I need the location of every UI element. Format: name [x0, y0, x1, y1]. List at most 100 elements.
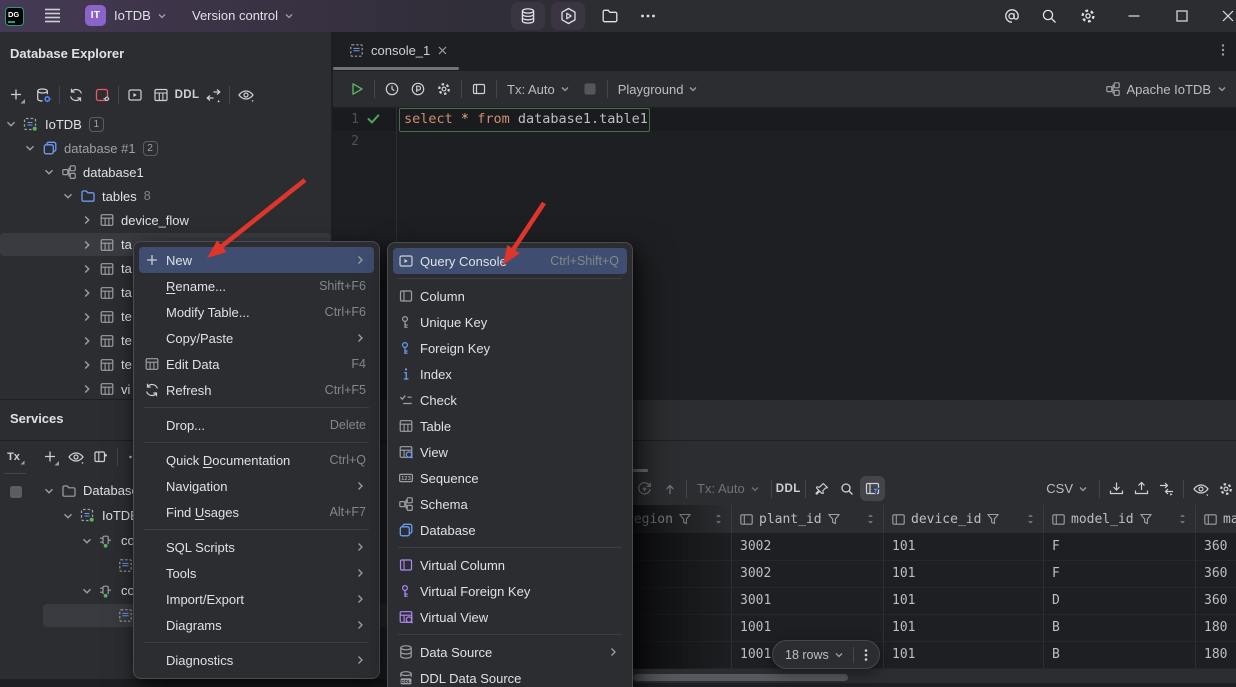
pin-tab-icon[interactable] — [810, 476, 835, 501]
disconnect-button[interactable] — [89, 82, 115, 108]
sort-icon[interactable] — [714, 512, 723, 526]
chevron-right-icon[interactable] — [79, 262, 95, 276]
search-icon[interactable] — [835, 476, 860, 501]
cell-plant_id-row4[interactable]: 1001 — [732, 615, 884, 642]
datasource-properties-button[interactable] — [30, 82, 56, 108]
toolwindow-toggle-services-hexagon-play[interactable] — [551, 2, 585, 30]
menu-item-virtual-view[interactable]: Virtual View — [393, 604, 627, 630]
sort-icon[interactable] — [866, 512, 875, 526]
menu-item-table[interactable]: Table — [393, 413, 627, 439]
menu-item-schema[interactable]: Schema — [393, 491, 627, 517]
menu-item-column[interactable]: Column — [393, 283, 627, 309]
cell-device_id-row4[interactable]: 101 — [884, 615, 1044, 642]
chevron-right-icon[interactable] — [79, 382, 95, 396]
chevron-right-icon[interactable] — [79, 334, 95, 348]
funnel-icon[interactable] — [1139, 512, 1153, 526]
column-header-region[interactable]: region — [628, 505, 732, 533]
in-editor-results-icon[interactable] — [466, 76, 492, 102]
tree-item-device_flow[interactable]: device_flow — [0, 208, 331, 232]
column-header-ma[interactable]: ma — [1196, 505, 1236, 533]
tree-item-tables[interactable]: tables8 — [0, 184, 331, 208]
cell-model_id-row2[interactable]: F — [1044, 561, 1196, 588]
cell-model_id-row4[interactable]: B — [1044, 615, 1196, 642]
cell-model_id-row1[interactable]: F — [1044, 534, 1196, 561]
eye-button[interactable] — [63, 445, 88, 470]
pager-more-kebab-icon[interactable] — [859, 647, 873, 663]
ai-assistant-button[interactable] — [994, 0, 1030, 32]
project-selector[interactable]: IT IoTDB — [85, 5, 168, 26]
reload-page-icon[interactable] — [632, 476, 657, 501]
horizontal-scrollbar[interactable] — [628, 673, 1236, 683]
compare-icon[interactable] — [1154, 476, 1179, 501]
vcs-widget[interactable]: Version control — [192, 8, 295, 23]
menu-item-sql-scripts[interactable]: SQL Scripts — [139, 534, 374, 560]
funnel-icon[interactable] — [986, 512, 1000, 526]
menu-item-view[interactable]: View — [393, 439, 627, 465]
export-format-combo[interactable]: CSV — [1040, 481, 1095, 496]
jump-console-button[interactable] — [122, 82, 148, 108]
menu-item-database[interactable]: Database — [393, 517, 627, 543]
minimize-button[interactable] — [1116, 0, 1152, 32]
result-grid[interactable]: regionplant_iddevice_idmodel_idma 300230… — [628, 505, 1236, 669]
cell-ma-row2[interactable]: 360 — [1196, 561, 1236, 588]
column-filter-icon[interactable] — [860, 476, 885, 501]
menu-item-index[interactable]: Index — [393, 361, 627, 387]
cell-device_id-row1[interactable]: 101 — [884, 534, 1044, 561]
menu-item-modify-table[interactable]: Modify Table...Ctrl+F6 — [139, 299, 374, 325]
menu-item-navigation[interactable]: Navigation — [139, 473, 374, 499]
history-clock-icon[interactable] — [379, 76, 405, 102]
execution-plan-icon[interactable] — [405, 76, 431, 102]
cell-ma-row1[interactable]: 360 — [1196, 534, 1236, 561]
menu-item-tools[interactable]: Tools — [139, 560, 374, 586]
cell-region-row4[interactable] — [628, 615, 732, 642]
toolwindow-toggle-folder-project[interactable] — [593, 2, 627, 30]
chevron-down-icon[interactable] — [60, 509, 76, 523]
open-table-button[interactable] — [148, 82, 174, 108]
cell-model_id-row3[interactable]: D — [1044, 588, 1196, 615]
menu-item-sequence[interactable]: 123Sequence — [393, 465, 627, 491]
cell-device_id-row3[interactable]: 101 — [884, 588, 1044, 615]
eye-button[interactable] — [233, 82, 259, 108]
plus-dropdown-button[interactable] — [4, 82, 30, 108]
cell-model_id-row5[interactable]: B — [1044, 642, 1196, 669]
menu-item-new[interactable]: New — [139, 247, 374, 273]
settings-gear-icon[interactable] — [431, 76, 457, 102]
chevron-right-icon[interactable] — [79, 310, 95, 324]
main-menu-icon[interactable] — [44, 8, 61, 23]
menu-item-diagnostics[interactable]: Diagnostics — [139, 647, 374, 673]
cell-ma-row4[interactable]: 180 — [1196, 615, 1236, 642]
import-icon[interactable] — [1104, 476, 1129, 501]
cell-region-row5[interactable] — [628, 642, 732, 669]
refresh-button[interactable] — [63, 82, 89, 108]
cell-region-row1[interactable] — [628, 534, 732, 561]
chevron-right-icon[interactable] — [79, 238, 95, 252]
cell-ma-row5[interactable]: 180 — [1196, 642, 1236, 669]
row-pager[interactable]: 18 rows — [772, 640, 880, 669]
export-icon[interactable] — [1129, 476, 1154, 501]
tree-item-IoTDB[interactable]: IoTDB1 — [0, 112, 331, 136]
cell-region-row3[interactable] — [628, 588, 732, 615]
first-page-icon[interactable] — [657, 476, 682, 501]
open-split-button[interactable] — [88, 445, 113, 470]
menu-item-drop[interactable]: Drop...Delete — [139, 412, 374, 438]
cell-plant_id-row3[interactable]: 3001 — [732, 588, 884, 615]
tree-item-database1[interactable]: database1 — [0, 160, 331, 184]
chevron-down-icon[interactable] — [41, 484, 57, 498]
chevron-down-icon[interactable] — [60, 189, 76, 203]
cell-plant_id-row2[interactable]: 3002 — [732, 561, 884, 588]
chevron-right-icon[interactable] — [79, 286, 95, 300]
menu-item-import-export[interactable]: Import/Export — [139, 586, 374, 612]
menu-item-ddl-data-source[interactable]: DDLDDL Data Source — [393, 665, 627, 687]
sort-icon[interactable] — [1178, 512, 1187, 526]
column-header-model_id[interactable]: model_id — [1044, 505, 1196, 533]
maximize-button[interactable] — [1164, 0, 1200, 32]
chevron-down-icon[interactable] — [41, 165, 57, 179]
menu-item-virtual-column[interactable]: Virtual Column — [393, 552, 627, 578]
menu-item-quick-documentation[interactable]: Quick DocumentationCtrl+Q — [139, 447, 374, 473]
chevron-down-icon[interactable] — [22, 141, 38, 155]
chevron-down-icon[interactable] — [79, 584, 95, 598]
grid-settings-gear-icon[interactable] — [1213, 476, 1236, 501]
tree-item-database #1[interactable]: database #12 — [0, 136, 331, 160]
run-icon[interactable] — [344, 76, 370, 102]
funnel-icon[interactable] — [678, 512, 692, 526]
